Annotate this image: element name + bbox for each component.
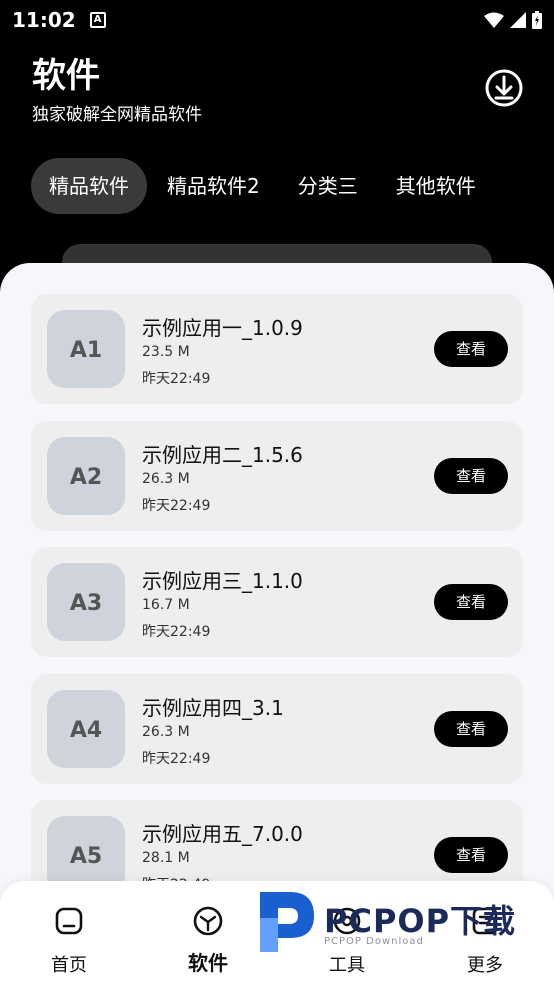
home-icon [55,907,83,935]
tab-2[interactable]: 分类三 [280,158,376,214]
app-card[interactable]: A4 示例应用四_3.1 26.3 M 昨天22:49 查看 [31,674,523,784]
app-date: 昨天22:49 [142,624,211,640]
nav-label: 首页 [51,955,87,976]
watermark: PCPOP下载 PCPOP Download [256,888,546,954]
notification-icon: A [89,12,106,28]
nav-item-software[interactable]: 软件 [168,905,248,976]
app-name: 示例应用三_1.1.0 [142,569,303,593]
app-icon: A4 [47,690,125,768]
status-time: 11:02 [12,8,76,32]
app-icon: A1 [47,310,125,388]
app-date: 昨天22:49 [142,498,211,514]
app-card[interactable]: A2 示例应用二_1.5.6 26.3 M 昨天22:49 查看 [31,421,523,531]
app-name: 示例应用二_1.5.6 [142,443,303,467]
app-size: 26.3 M [142,724,190,740]
app-name: 示例应用四_3.1 [142,696,284,720]
app-icon: A2 [47,437,125,515]
app-icon: A3 [47,563,125,641]
app-name: 示例应用五_7.0.0 [142,822,303,846]
app-date: 昨天22:49 [142,751,211,767]
app-icon-label: A2 [70,465,102,490]
nav-label: 软件 [188,951,228,975]
app-icon-label: A5 [70,844,102,869]
app-icon-label: A4 [70,718,102,743]
tab-0[interactable]: 精品软件 [31,158,147,214]
status-indicators [484,11,542,29]
tab-1[interactable]: 精品软件2 [149,158,278,214]
download-icon [485,69,523,107]
app-icon-label: A3 [70,591,102,616]
view-button[interactable]: 查看 [434,711,508,747]
cube-icon [193,906,223,936]
view-button[interactable]: 查看 [434,837,508,873]
signal-icon [510,12,526,28]
download-button[interactable] [484,68,524,108]
view-button[interactable]: 查看 [434,584,508,620]
pcpop-logo-icon [260,892,314,952]
status-bar: 11:02 A [0,0,554,40]
watermark-subtext: PCPOP Download [324,936,424,947]
view-button[interactable]: 查看 [434,458,508,494]
app-size: 16.7 M [142,597,190,613]
app-card[interactable]: A3 示例应用三_1.1.0 16.7 M 昨天22:49 查看 [31,547,523,657]
page-header: 软件 独家破解全网精品软件 [32,54,202,125]
app-name: 示例应用一_1.0.9 [142,316,303,340]
app-size: 26.3 M [142,471,190,487]
app-size: 23.5 M [142,344,190,360]
view-button[interactable]: 查看 [434,331,508,367]
wifi-icon [484,12,504,28]
category-tabs: 精品软件 精品软件2 分类三 其他软件 [31,158,494,214]
app-icon-label: A1 [70,338,102,363]
app-card[interactable]: A1 示例应用一_1.0.9 23.5 M 昨天22:49 查看 [31,294,523,404]
page-subtitle: 独家破解全网精品软件 [32,105,202,125]
tab-3[interactable]: 其他软件 [378,158,494,214]
nav-label: 更多 [467,955,503,976]
app-list-sheet[interactable]: A1 示例应用一_1.0.9 23.5 M 昨天22:49 查看 A2 示例应用… [0,263,554,986]
page-title: 软件 [32,56,100,96]
app-size: 28.1 M [142,850,190,866]
nav-item-home[interactable]: 首页 [29,905,109,977]
nav-label: 工具 [329,955,365,976]
app-date: 昨天22:49 [142,371,211,387]
battery-icon [532,11,542,29]
